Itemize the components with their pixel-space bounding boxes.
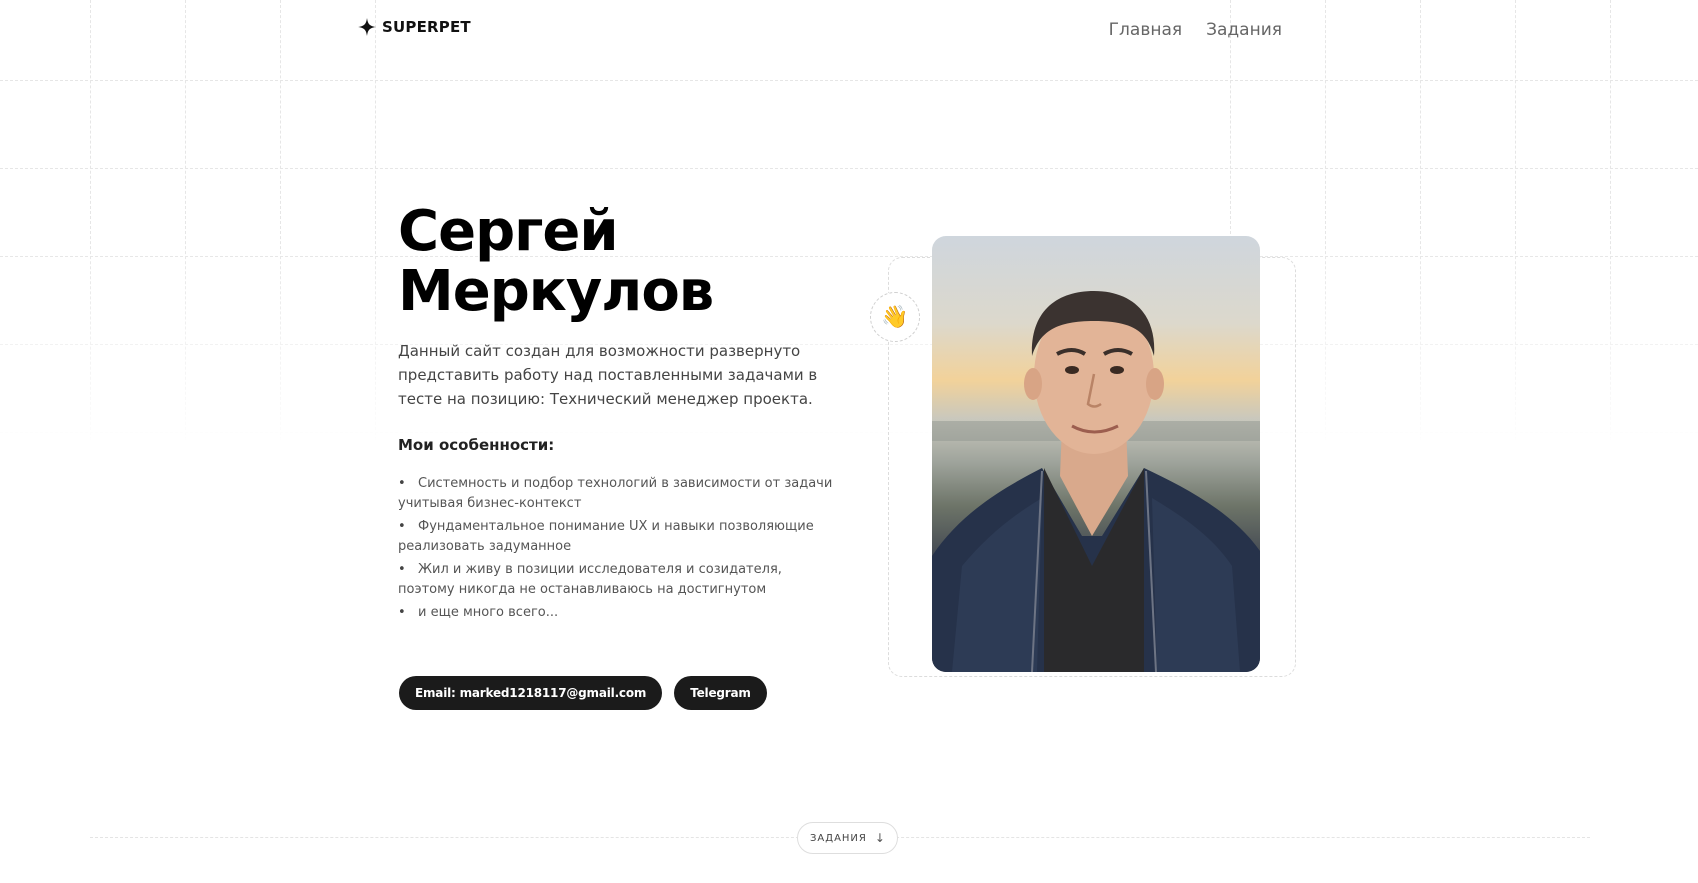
list-item: Системность и подбор технологий в зависи… bbox=[398, 474, 838, 514]
email-button[interactable]: Email: marked1218117@gmail.com bbox=[399, 676, 663, 710]
list-item: и еще много всего... bbox=[398, 603, 838, 623]
scroll-to-tasks-button[interactable]: ЗАДАНИЯ ↓ bbox=[797, 822, 898, 854]
nav-link-tasks[interactable]: Задания bbox=[1206, 20, 1282, 40]
list-item: Жил и живу в позиции исследователя и соз… bbox=[398, 560, 838, 600]
background-grid bbox=[0, 0, 1698, 883]
title-last-name: Меркулов bbox=[398, 259, 714, 324]
waving-hand-icon: 👋 bbox=[881, 304, 909, 330]
section-label: ЗАДАНИЯ bbox=[810, 832, 867, 844]
four-point-star-icon bbox=[358, 18, 376, 36]
title-first-name: Сергей bbox=[398, 199, 619, 264]
wave-badge: 👋 bbox=[870, 292, 920, 342]
logo-text: SUPERPET bbox=[382, 18, 471, 36]
page: SUPERPET Главная Задания Сергей Меркулов… bbox=[0, 0, 1698, 883]
features-list: Системность и подбор технологий в зависи… bbox=[398, 474, 838, 626]
contact-buttons: Email: marked1218117@gmail.com Telegram bbox=[399, 676, 767, 710]
features-heading: Мои особенности: bbox=[398, 436, 555, 454]
top-nav: Главная Задания bbox=[1109, 20, 1282, 40]
portrait-illustration bbox=[932, 291, 1260, 672]
page-title: Сергей Меркулов bbox=[398, 202, 838, 322]
profile-photo bbox=[932, 236, 1260, 672]
nav-link-home[interactable]: Главная bbox=[1109, 20, 1182, 40]
hero-description: Данный сайт создан для возможности разве… bbox=[398, 342, 818, 408]
arrow-down-icon: ↓ bbox=[874, 831, 885, 845]
logo[interactable]: SUPERPET bbox=[358, 18, 471, 36]
telegram-button[interactable]: Telegram bbox=[674, 676, 767, 710]
list-item: Фундаментальное понимание UX и навыки по… bbox=[398, 517, 838, 557]
